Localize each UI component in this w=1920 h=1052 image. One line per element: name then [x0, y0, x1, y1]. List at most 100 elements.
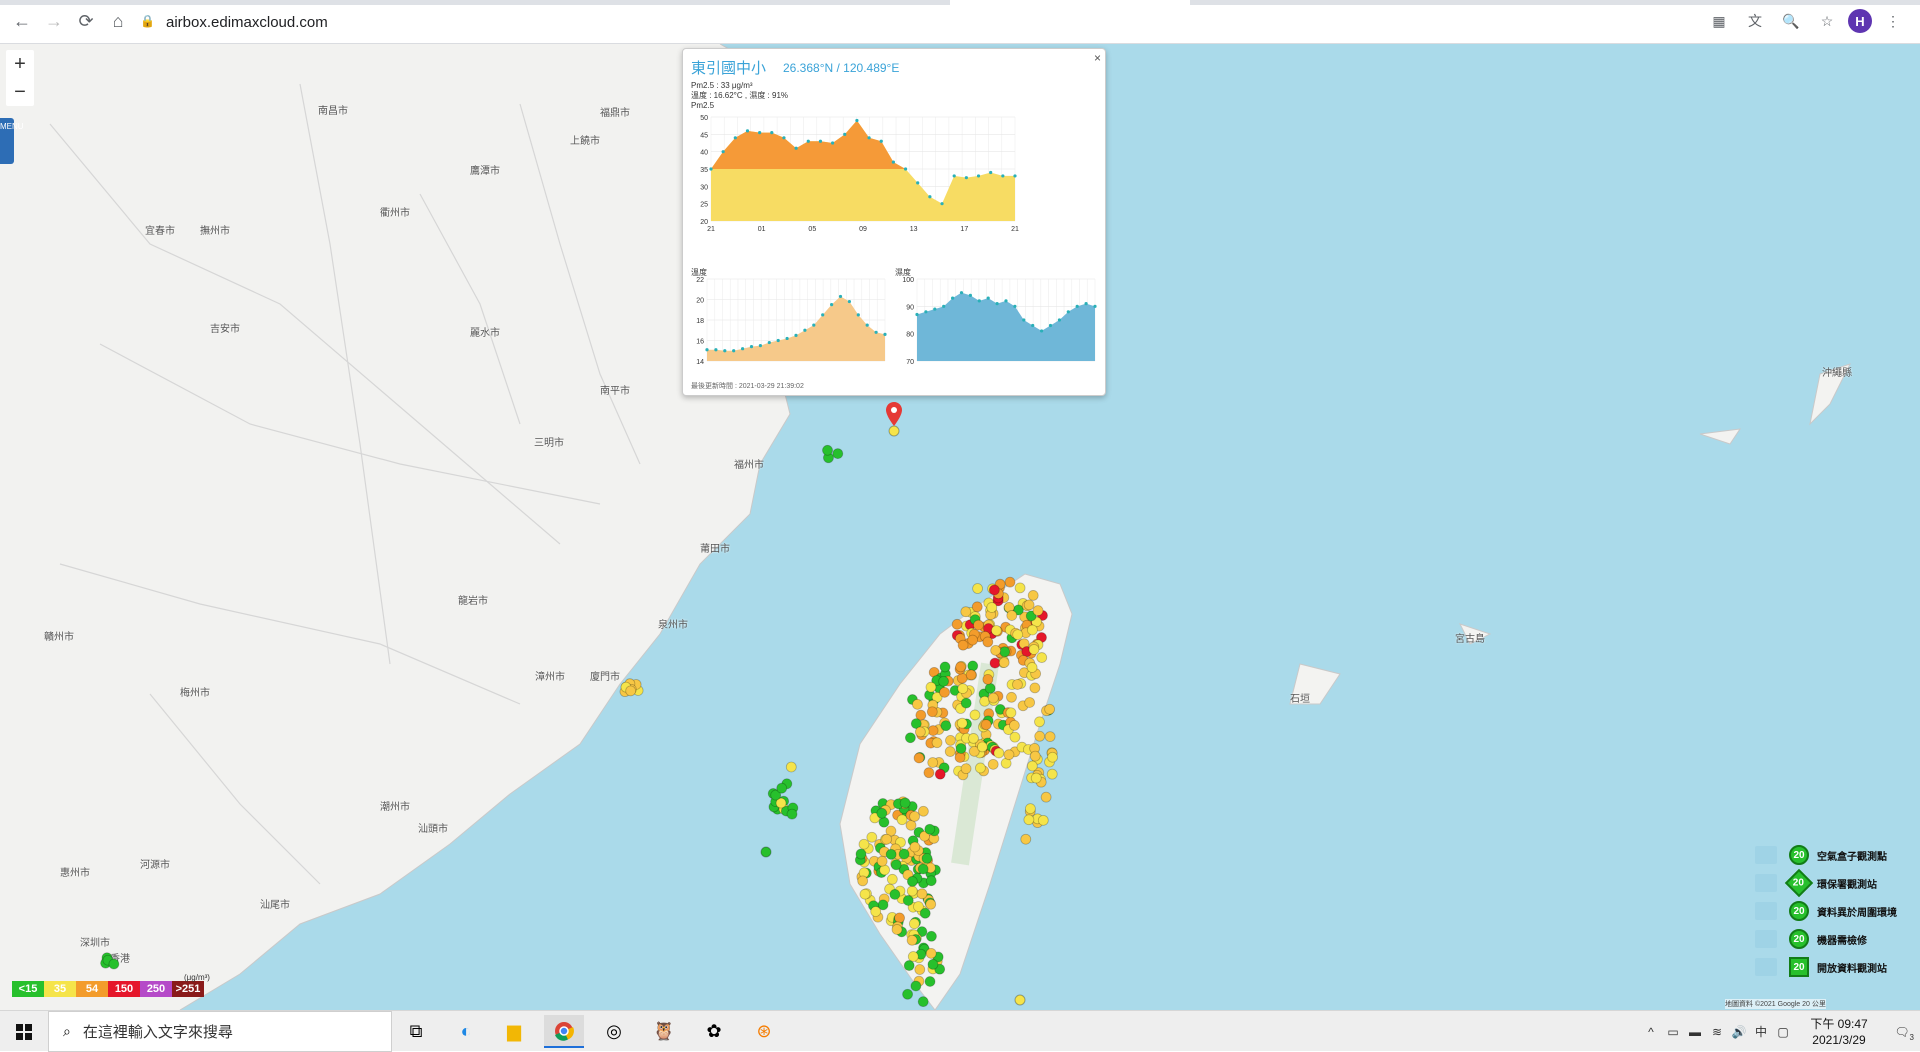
sensor-marker[interactable]	[899, 797, 911, 809]
sensor-marker[interactable]	[939, 661, 951, 673]
edge-icon[interactable]: ◐	[446, 1015, 486, 1048]
sensor-marker[interactable]	[870, 906, 882, 917]
sensor-marker[interactable]	[881, 833, 893, 845]
sensor-marker[interactable]	[1026, 662, 1038, 673]
sensor-marker[interactable]	[976, 741, 988, 753]
app-icon[interactable]: 🦉	[644, 1015, 684, 1048]
sensor-marker[interactable]	[917, 805, 929, 817]
sensor-marker[interactable]	[971, 601, 983, 613]
sensor-marker[interactable]	[993, 747, 1005, 759]
sensor-marker[interactable]	[1006, 610, 1018, 621]
clock[interactable]: 下午 09:47 2021/3/29	[1794, 1016, 1884, 1048]
sensor-marker[interactable]	[1020, 833, 1032, 845]
notification-icon[interactable]: 🗨 3	[1884, 1025, 1920, 1042]
sensor-marker[interactable]	[982, 636, 994, 648]
sensor-marker[interactable]	[1032, 605, 1044, 616]
sensor-marker[interactable]	[903, 960, 915, 971]
sensor-marker[interactable]	[914, 726, 926, 738]
sensor-marker[interactable]	[894, 912, 905, 924]
input-mode-icon[interactable]: ▢	[1772, 1025, 1794, 1039]
back-icon[interactable]: ←	[6, 6, 38, 38]
device-icon[interactable]: ▭	[1662, 1025, 1684, 1039]
sensor-marker[interactable]	[1008, 719, 1020, 731]
sensor-marker[interactable]	[967, 634, 979, 646]
sensor-marker[interactable]	[1024, 803, 1036, 815]
app-icon[interactable]: ⊛	[744, 1015, 784, 1048]
sensor-marker[interactable]	[832, 448, 844, 460]
ime-indicator[interactable]: 中	[1750, 1023, 1772, 1040]
sensor-marker[interactable]	[1027, 624, 1038, 636]
sensor-marker[interactable]	[967, 660, 979, 672]
sensor-marker[interactable]	[906, 876, 918, 887]
sensor-marker[interactable]	[785, 761, 797, 773]
home-icon[interactable]: ⌂	[102, 6, 134, 38]
app-icon[interactable]: ✿	[694, 1015, 734, 1048]
sensor-marker[interactable]	[914, 964, 926, 975]
sensor-marker[interactable]	[910, 980, 922, 992]
sensor-marker[interactable]	[1009, 731, 1021, 743]
sensor-marker[interactable]	[956, 672, 968, 684]
sensor-marker[interactable]	[1004, 576, 1016, 588]
taskbar-search[interactable]: ⌕ 在這裡輸入文字來搜尋	[48, 1011, 392, 1052]
sensor-marker[interactable]	[925, 681, 937, 693]
task-view-icon[interactable]: ⧉	[396, 1015, 436, 1048]
sensor-marker[interactable]	[919, 907, 931, 919]
sensor-marker[interactable]	[1023, 814, 1035, 826]
qr-icon[interactable]: ▦	[1704, 6, 1734, 36]
sensor-marker[interactable]	[857, 875, 869, 887]
sensor-marker[interactable]	[898, 848, 910, 860]
address-bar[interactable]: 🔒 airbox.edimaxcloud.com	[140, 7, 1710, 37]
sensor-marker[interactable]	[1003, 749, 1015, 761]
sensor-marker[interactable]	[956, 717, 968, 729]
sensor-marker[interactable]	[1036, 652, 1048, 663]
sensor-marker[interactable]	[886, 873, 898, 885]
reload-icon[interactable]: ⟳	[70, 6, 102, 38]
sensor-marker[interactable]	[908, 918, 920, 930]
sensor-marker[interactable]	[945, 735, 956, 746]
sensor-marker[interactable]	[776, 782, 788, 794]
sensor-marker[interactable]	[965, 669, 977, 681]
sensor-marker[interactable]	[944, 746, 956, 757]
sensor-marker[interactable]	[786, 808, 798, 820]
zoom-out-button[interactable]: −	[6, 78, 34, 106]
sensor-marker[interactable]	[760, 846, 772, 858]
menu-tab[interactable]: MENU	[0, 118, 24, 164]
volume-icon[interactable]: 🔊	[1728, 1025, 1750, 1039]
zoom-in-button[interactable]: +	[6, 50, 34, 78]
sensor-marker[interactable]	[924, 976, 936, 987]
sensor-marker[interactable]	[889, 889, 901, 900]
sensor-marker[interactable]	[984, 682, 996, 694]
sensor-marker[interactable]	[951, 618, 963, 630]
sensor-marker[interactable]	[625, 685, 637, 697]
sensor-marker[interactable]	[939, 686, 950, 698]
sensor-marker[interactable]	[1014, 994, 1026, 1006]
sensor-marker[interactable]	[907, 951, 919, 962]
sensor-marker[interactable]	[931, 737, 943, 749]
sensor-marker[interactable]	[859, 888, 871, 900]
file-explorer-icon[interactable]: ▆	[494, 1015, 534, 1048]
sensor-marker[interactable]	[876, 807, 888, 819]
battery-icon[interactable]: ▬	[1684, 1025, 1706, 1039]
sensor-marker[interactable]	[955, 743, 967, 754]
chevron-up-icon[interactable]: ^	[1640, 1025, 1662, 1039]
sensor-marker[interactable]	[954, 752, 966, 763]
sensor-marker[interactable]	[921, 852, 933, 864]
sensor-marker[interactable]	[960, 606, 972, 618]
app-icon[interactable]: ◎	[594, 1015, 634, 1048]
wifi-icon[interactable]: ≋	[1706, 1025, 1728, 1039]
start-button[interactable]	[0, 1011, 48, 1052]
sensor-marker[interactable]	[986, 602, 998, 613]
sensor-marker[interactable]	[960, 697, 972, 709]
sensor-marker[interactable]	[1024, 697, 1036, 708]
sensor-marker[interactable]	[974, 762, 986, 774]
sensor-marker[interactable]	[1040, 791, 1052, 803]
sensor-marker[interactable]	[927, 757, 939, 768]
sensor-marker[interactable]	[876, 855, 888, 867]
sensor-marker[interactable]	[955, 661, 966, 673]
sensor-marker[interactable]	[924, 823, 936, 835]
sensor-marker[interactable]	[1029, 682, 1041, 694]
sensor-marker[interactable]	[1047, 751, 1058, 763]
sensor-marker[interactable]	[940, 720, 952, 732]
sensor-marker[interactable]	[917, 996, 929, 1008]
sensor-marker[interactable]	[923, 767, 935, 779]
